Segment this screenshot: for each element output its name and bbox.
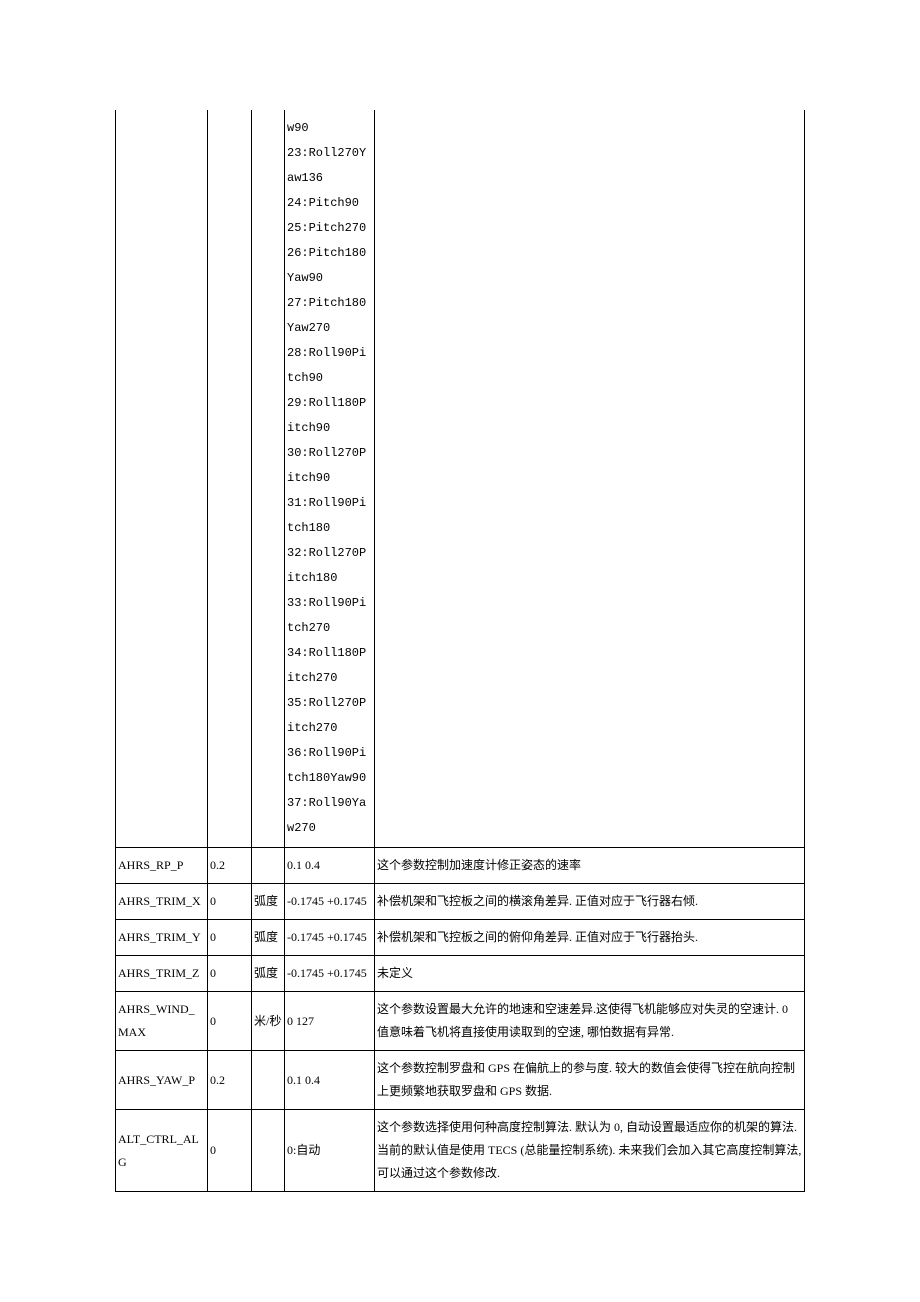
table-cell: 0:自动 <box>285 1110 375 1192</box>
table-cell: 弧度 <box>252 920 285 956</box>
table-cell: 补偿机架和飞控板之间的横滚角差异. 正值对应于飞行器右倾. <box>375 884 805 920</box>
table-cell: -0.1745 +0.1745 <box>285 956 375 992</box>
table-cell <box>252 110 285 848</box>
table-cell: 这个参数设置最大允许的地速和空速差异.这使得飞机能够应对失灵的空速计. 0 值意… <box>375 992 805 1051</box>
table-cell <box>252 848 285 884</box>
table-cell: 0.1 0.4 <box>285 1051 375 1110</box>
table-cell <box>116 110 208 848</box>
table-cell: 0 127 <box>285 992 375 1051</box>
table-cell: w9023:Roll270Yaw13624:Pitch9025:Pitch270… <box>285 110 375 848</box>
table-cell: AHRS_TRIM_Y <box>116 920 208 956</box>
table-row: AHRS_YAW_P0.2 0.1 0.4这个参数控制罗盘和 GPS 在偏航上的参… <box>116 1051 805 1110</box>
table-cell: 未定义 <box>375 956 805 992</box>
table-cell: 弧度 <box>252 884 285 920</box>
table-row: AHRS_TRIM_Z0弧度-0.1745 +0.1745未定义 <box>116 956 805 992</box>
table-cell <box>252 1110 285 1192</box>
table-cell: AHRS_YAW_P <box>116 1051 208 1110</box>
table-cell: 补偿机架和飞控板之间的俯仰角差异. 正值对应于飞行器抬头. <box>375 920 805 956</box>
table-cell: 弧度 <box>252 956 285 992</box>
table-cell: 0 <box>208 992 252 1051</box>
parameter-table: w9023:Roll270Yaw13624:Pitch9025:Pitch270… <box>115 110 805 1192</box>
table-cell <box>208 110 252 848</box>
table-cell <box>375 110 805 848</box>
table-cell: -0.1745 +0.1745 <box>285 920 375 956</box>
table-row: AHRS_WIND_MAX0米/秒0 127这个参数设置最大允许的地速和空速差异… <box>116 992 805 1051</box>
table-row: ALT_CTRL_ALG0 0:自动这个参数选择使用何种高度控制算法. 默认为 0… <box>116 1110 805 1192</box>
table-cell: AHRS_WIND_MAX <box>116 992 208 1051</box>
table-cell: 0 <box>208 956 252 992</box>
table-cell: AHRS_TRIM_X <box>116 884 208 920</box>
table-cell <box>252 1051 285 1110</box>
table-cell: 这个参数选择使用何种高度控制算法. 默认为 0, 自动设置最适应你的机架的算法.… <box>375 1110 805 1192</box>
table-cell: 0.1 0.4 <box>285 848 375 884</box>
table-cell: 0.2 <box>208 848 252 884</box>
document-page: w9023:Roll270Yaw13624:Pitch9025:Pitch270… <box>0 0 920 1302</box>
table-cell: 这个参数控制罗盘和 GPS 在偏航上的参与度. 较大的数值会使得飞控在航向控制上… <box>375 1051 805 1110</box>
table-cell: 0 <box>208 920 252 956</box>
table-row: w9023:Roll270Yaw13624:Pitch9025:Pitch270… <box>116 110 805 848</box>
table-row: AHRS_TRIM_Y0弧度-0.1745 +0.1745补偿机架和飞控板之间的… <box>116 920 805 956</box>
table-row: AHRS_TRIM_X0弧度-0.1745 +0.1745补偿机架和飞控板之间的… <box>116 884 805 920</box>
table-cell: AHRS_TRIM_Z <box>116 956 208 992</box>
table-cell: -0.1745 +0.1745 <box>285 884 375 920</box>
table-cell: ALT_CTRL_ALG <box>116 1110 208 1192</box>
table-cell: AHRS_RP_P <box>116 848 208 884</box>
table-cell: 这个参数控制加速度计修正姿态的速率 <box>375 848 805 884</box>
table-row: AHRS_RP_P0.2 0.1 0.4这个参数控制加速度计修正姿态的速率 <box>116 848 805 884</box>
table-cell: 米/秒 <box>252 992 285 1051</box>
table-cell: 0.2 <box>208 1051 252 1110</box>
table-cell: 0 <box>208 884 252 920</box>
table-cell: 0 <box>208 1110 252 1192</box>
